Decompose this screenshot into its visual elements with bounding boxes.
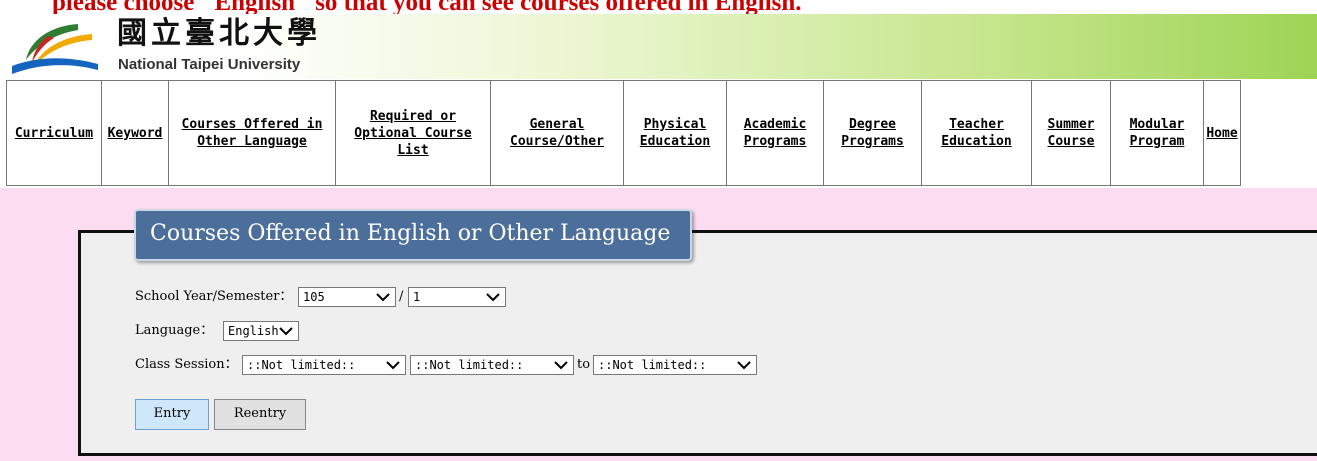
session-start-value: ::Not limited:: — [415, 358, 524, 372]
chevron-down-icon — [386, 361, 400, 370]
nav-link-courses-other-language[interactable]: Courses Offered in Other Language — [171, 116, 333, 150]
nav-cell-academic-programs: Academic Programs — [726, 80, 824, 186]
header-banner: 國立臺北大學 National Taipei University — [0, 14, 1317, 79]
nav-link-home[interactable]: Home — [1206, 125, 1238, 142]
reentry-button[interactable]: Reentry — [214, 399, 306, 430]
panel-title: Courses Offered in English or Other Lang… — [134, 209, 692, 261]
nav-link-teacher-education[interactable]: Teacher Education — [924, 116, 1029, 150]
nav-link-keyword[interactable]: Keyword — [104, 125, 166, 142]
semester-separator: / — [399, 289, 404, 304]
semester-value: 1 — [413, 290, 421, 304]
chevron-down-icon — [486, 293, 500, 302]
nav-link-general-course[interactable]: General Course/Other — [493, 116, 621, 150]
session-end-value: ::Not limited:: — [598, 358, 707, 372]
nav-link-physical-education[interactable]: Physical Education — [626, 116, 724, 150]
class-session-label: Class Session： — [135, 357, 238, 372]
entry-button[interactable]: Entry — [135, 399, 209, 430]
school-year-select[interactable]: 105 — [298, 287, 396, 307]
chevron-down-icon — [554, 361, 568, 370]
session-day-value: ::Not limited:: — [247, 358, 356, 372]
university-name-zh: 國立臺北大學 — [117, 16, 321, 51]
nav-link-academic-programs[interactable]: Academic Programs — [729, 116, 821, 150]
to-label: to — [577, 357, 591, 372]
language-select[interactable]: English — [223, 321, 299, 341]
language-label: Language： — [135, 323, 214, 338]
university-name-en: National Taipei University — [118, 56, 301, 73]
nav-link-curriculum[interactable]: Curriculum — [9, 125, 99, 142]
nav-cell-required-optional: Required or Optional Course List — [335, 80, 491, 186]
nav-cell-teacher-education: Teacher Education — [921, 80, 1032, 186]
ntpu-logo-icon[interactable] — [8, 20, 98, 76]
semester-select[interactable]: 1 — [408, 287, 506, 307]
language-value: English — [228, 324, 279, 338]
nav-menu: Curriculum Keyword Courses Offered in Oth… — [6, 80, 1241, 186]
nav-link-modular-program[interactable]: Modular Program — [1113, 116, 1201, 150]
session-start-select[interactable]: ::Not limited:: — [410, 355, 574, 375]
chevron-down-icon — [279, 327, 293, 336]
nav-cell-summer-course: Summer Course — [1031, 80, 1111, 186]
nav-link-summer-course[interactable]: Summer Course — [1034, 116, 1108, 150]
nav-cell-curriculum: Curriculum — [6, 80, 102, 186]
nav-cell-modular-program: Modular Program — [1110, 80, 1204, 186]
nav-cell-general-course: General Course/Other — [490, 80, 624, 186]
session-end-select[interactable]: ::Not limited:: — [593, 355, 757, 375]
school-year-value: 105 — [303, 290, 325, 304]
nav-cell-home: Home — [1203, 80, 1241, 186]
nav-cell-keyword: Keyword — [101, 80, 169, 186]
nav-link-required-optional-list[interactable]: Required or Optional Course List — [338, 108, 488, 159]
nav-cell-other-language: Courses Offered in Other Language — [168, 80, 336, 186]
session-day-select[interactable]: ::Not limited:: — [242, 355, 406, 375]
chevron-down-icon — [376, 293, 390, 302]
nav-link-degree-programs[interactable]: Degree Programs — [826, 116, 919, 150]
chevron-down-icon — [737, 361, 751, 370]
school-year-label: School Year/Semester： — [135, 289, 293, 304]
nav-cell-degree-programs: Degree Programs — [823, 80, 922, 186]
nav-cell-physical-education: Physical Education — [623, 80, 727, 186]
